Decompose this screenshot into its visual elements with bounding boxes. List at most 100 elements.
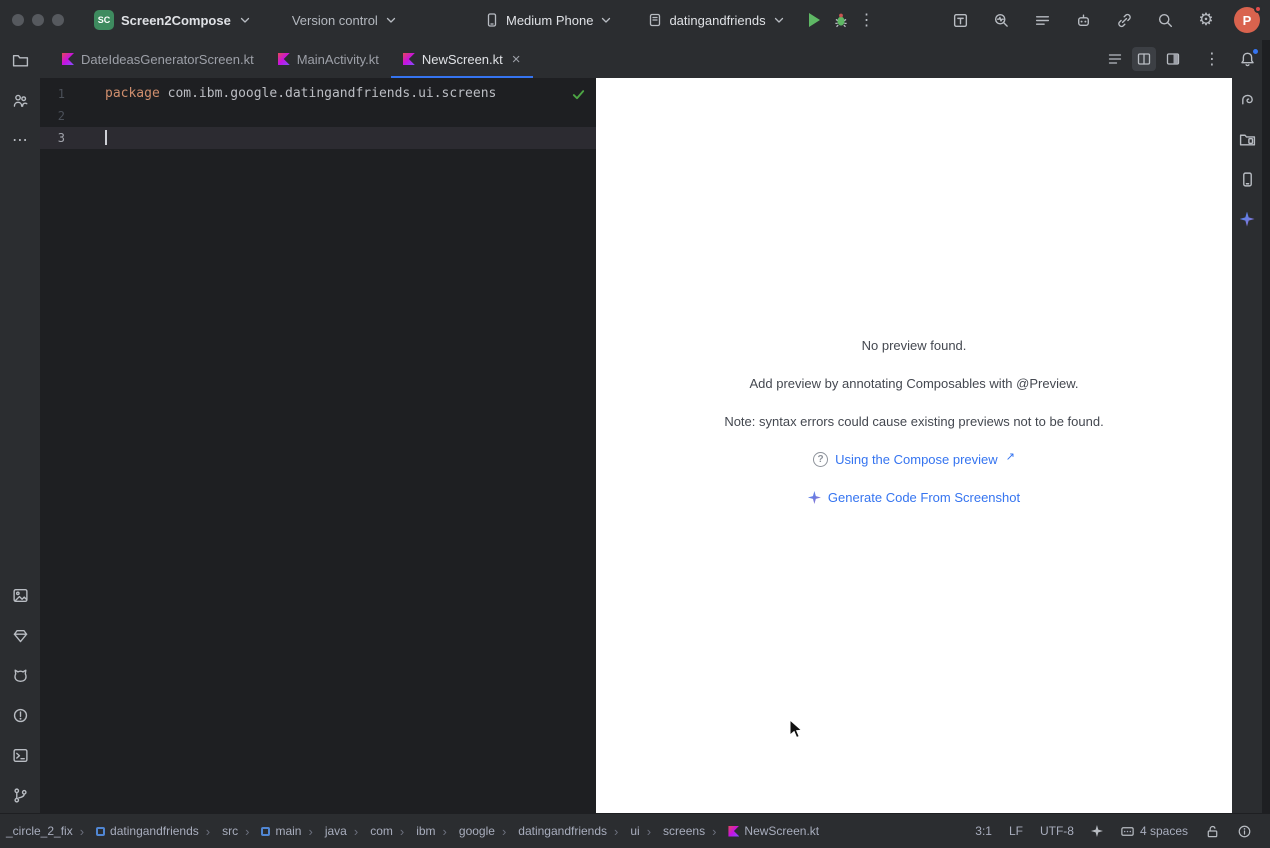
maximize-window-button[interactable]	[52, 14, 64, 26]
tab-label: NewScreen.kt	[422, 52, 503, 67]
breadcrumb-item-file[interactable]: NewScreen.kt	[705, 824, 819, 839]
gradle-elephant-icon	[1239, 91, 1256, 108]
more-tool-windows-button[interactable]: ⋯	[6, 126, 34, 154]
read-only-toggle[interactable]	[1205, 824, 1220, 839]
chevron-down-icon	[384, 13, 398, 27]
ide-messages-widget[interactable]	[1237, 824, 1252, 839]
breadcrumb-item[interactable]: datingandfriends	[495, 824, 607, 839]
ai-status-widget[interactable]	[1091, 825, 1103, 837]
code-editor[interactable]: 1 2 3 package com.ibm.google.datingandfr…	[40, 78, 596, 813]
right-tool-stripe	[1232, 40, 1262, 813]
vcs-label: Version control	[292, 13, 378, 28]
close-tab-icon[interactable]: ×	[512, 52, 521, 67]
left-tool-stripe: ⋯	[0, 40, 40, 813]
resource-manager-tool-button[interactable]	[6, 581, 34, 609]
version-control-tool-button[interactable]	[6, 781, 34, 809]
run-button[interactable]	[802, 7, 828, 33]
tab-label: DateIdeasGeneratorScreen.kt	[81, 52, 254, 67]
generate-code-row: Generate Code From Screenshot	[808, 490, 1020, 505]
line-number: 3	[40, 127, 65, 149]
sparkle-icon	[1091, 825, 1103, 837]
design-view-icon	[1165, 51, 1181, 67]
breadcrumb-item[interactable]: src	[199, 824, 238, 839]
tab-newscreen[interactable]: NewScreen.kt ×	[391, 40, 533, 78]
notifications-button[interactable]	[1234, 46, 1260, 72]
design-view-button[interactable]	[1161, 47, 1185, 71]
cursor-position-widget[interactable]: 3:1	[975, 824, 992, 838]
compose-preview-panel: No preview found. Add preview by annotat…	[596, 78, 1232, 813]
breadcrumb-item[interactable]: _circle_2_fix	[6, 824, 73, 838]
diamond-icon	[12, 627, 29, 644]
build-variants-tool-button[interactable]	[6, 621, 34, 649]
device-manager-tool-button[interactable]	[1234, 166, 1260, 192]
breadcrumb: _circle_2_fix datingandfriends src main …	[6, 824, 819, 839]
indent-widget[interactable]: 4 spaces	[1120, 824, 1188, 839]
logcat-tool-button[interactable]	[6, 661, 34, 689]
layout-inspector-icon	[952, 12, 969, 29]
mouse-cursor	[789, 719, 804, 740]
breadcrumb-item[interactable]: java	[301, 824, 346, 839]
avatar[interactable]: P	[1234, 7, 1260, 33]
terminal-tool-button[interactable]	[6, 741, 34, 769]
split-view-icon	[1136, 51, 1152, 67]
close-window-button[interactable]	[12, 14, 24, 26]
breadcrumb-item[interactable]: screens	[640, 824, 705, 839]
logcat-button[interactable]	[1029, 7, 1055, 33]
generate-code-link[interactable]: Generate Code From Screenshot	[828, 490, 1020, 505]
preview-hint-syntax: Note: syntax errors could cause existing…	[724, 414, 1103, 429]
unlock-icon	[1205, 824, 1220, 839]
layout-inspector-button[interactable]	[947, 7, 973, 33]
breadcrumb-item[interactable]: ui	[607, 824, 640, 839]
preview-title: No preview found.	[862, 338, 967, 353]
notification-dot	[1252, 48, 1259, 55]
breadcrumb-item[interactable]: com	[347, 824, 393, 839]
project-widget[interactable]: SC Screen2Compose	[88, 6, 258, 34]
device-pairing-button[interactable]	[1111, 7, 1137, 33]
collaboration-tool-button[interactable]	[6, 86, 34, 114]
kotlin-file-icon	[728, 826, 739, 837]
chevron-down-icon	[599, 13, 613, 27]
compose-preview-docs-link[interactable]: Using the Compose preview	[835, 452, 998, 467]
debug-button[interactable]	[828, 7, 854, 33]
breadcrumb-item[interactable]: google	[436, 824, 495, 839]
project-icon: SC	[94, 10, 114, 30]
more-horizontal-icon: ⋯	[12, 132, 28, 148]
breadcrumb-item[interactable]: datingandfriends	[73, 824, 199, 839]
editor-options-button[interactable]: ⋮	[1200, 47, 1224, 71]
gemini-tool-button[interactable]	[1234, 206, 1260, 232]
encoding-widget[interactable]: UTF-8	[1040, 824, 1074, 838]
more-vertical-icon: ⋮	[859, 12, 875, 28]
kotlin-file-icon	[278, 53, 290, 65]
avatar-initial: P	[1243, 13, 1252, 28]
tab-dateideasgeneratorscreen[interactable]: DateIdeasGeneratorScreen.kt	[50, 40, 266, 78]
split-view-button[interactable]	[1132, 47, 1156, 71]
module-icon	[96, 827, 105, 836]
device-selector[interactable]: Medium Phone	[478, 8, 619, 32]
search-everywhere-button[interactable]	[1152, 7, 1178, 33]
list-lines-icon	[1034, 12, 1051, 29]
project-tool-button[interactable]	[6, 46, 34, 74]
vcs-widget[interactable]: Version control	[292, 13, 398, 28]
more-actions-button[interactable]: ⋮	[854, 7, 880, 33]
profiler-button[interactable]	[988, 7, 1014, 33]
run-configuration-selector[interactable]: datingandfriends	[641, 8, 791, 32]
indent-icon	[1120, 824, 1135, 839]
tab-label: MainActivity.kt	[297, 52, 379, 67]
code-view-icon	[1107, 51, 1123, 67]
problems-tool-button[interactable]	[6, 701, 34, 729]
settings-button[interactable]: ⚙	[1193, 7, 1219, 33]
code-view-button[interactable]	[1103, 47, 1127, 71]
editor-tab-bar: DateIdeasGeneratorScreen.kt MainActivity…	[40, 40, 1232, 78]
breadcrumb-item[interactable]: ibm	[393, 824, 436, 839]
tab-mainactivity[interactable]: MainActivity.kt	[266, 40, 391, 78]
module-icon	[261, 827, 270, 836]
breadcrumb-item[interactable]: main	[238, 824, 301, 839]
line-separator-widget[interactable]: LF	[1009, 824, 1023, 838]
inspections-widget[interactable]	[571, 87, 586, 102]
minimize-window-button[interactable]	[32, 14, 44, 26]
code-text: com.ibm.google.datingandfriends.ui.scree…	[160, 86, 497, 101]
compose-preview-docs-row: ? Using the Compose preview ↗	[813, 452, 1015, 467]
device-explorer-tool-button[interactable]	[1234, 126, 1260, 152]
ai-assistant-button[interactable]	[1070, 7, 1096, 33]
gradle-tool-button[interactable]	[1234, 86, 1260, 112]
